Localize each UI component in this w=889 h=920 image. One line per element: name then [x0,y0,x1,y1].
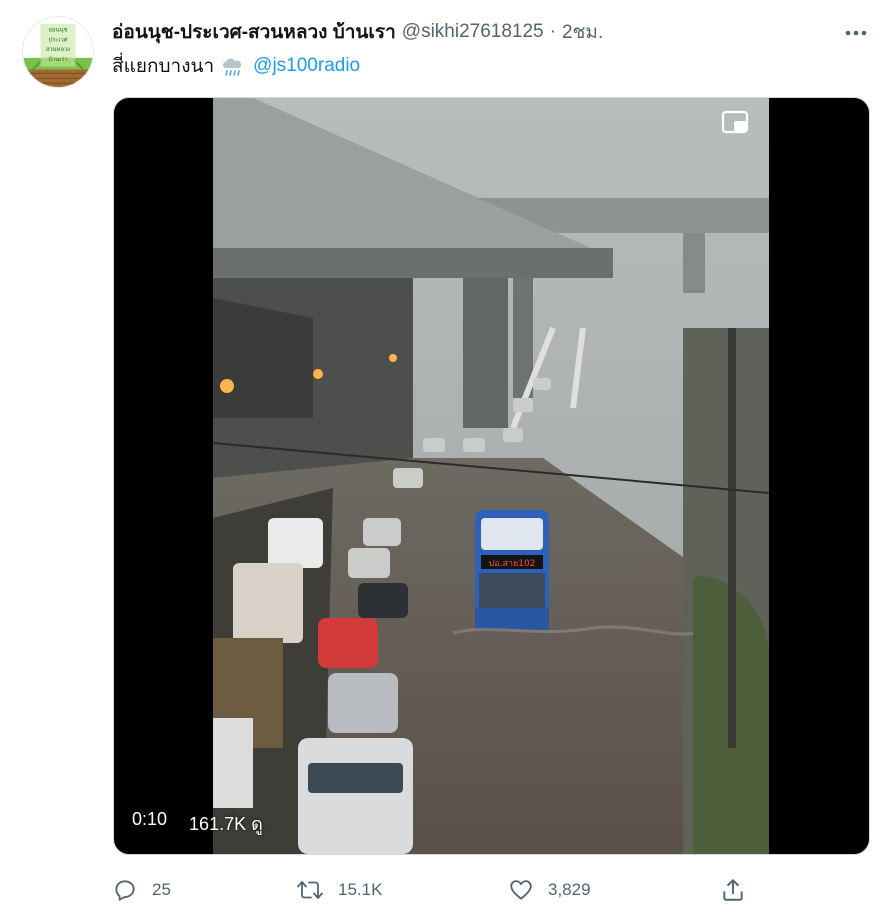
separator-dot: · [549,21,556,42]
avatar-line-2: ประเวศ [49,36,68,43]
mention-link[interactable]: @js100radio [253,55,360,77]
bus: ปอ.สาย102 [475,510,549,630]
avatar-line-3: สวนหลวง [46,46,70,53]
share-button[interactable] [720,874,746,906]
retweet-count: 15.1K [338,880,383,899]
rain-cloud-icon [220,55,246,77]
tweet-body: สี่แยกบางนา [112,56,215,77]
retweet-button[interactable]: 15.1K [296,874,382,906]
video-still: ปอ.สาย102 [213,98,769,854]
avatar-line-4: บ้านเรา [48,56,67,63]
tweet-time[interactable]: 2ชม. [562,17,603,47]
user-handle[interactable]: @sikhi27618125 [402,21,544,43]
video-frame[interactable]: ปอ.สาย102 [213,98,769,854]
tweet-text: สี่แยกบางนา @js100radio [112,52,360,80]
reply-icon [115,880,135,901]
display-name[interactable]: อ่อนนุช-ประเวศ-สวนหลวง บ้านเรา [112,17,396,47]
tweet-actions: 25 15.1K 3,829 [112,874,762,906]
avatar-image: อ่อนนุช ประเวศ สวนหลวง บ้านเรา [23,17,93,87]
avatar[interactable]: อ่อนนุช ประเวศ สวนหลวง บ้านเรา [22,16,94,88]
bus-sign: ปอ.สาย102 [489,559,536,569]
avatar-line-1: อ่อนนุช [49,27,68,34]
picture-in-picture-icon[interactable] [721,110,751,136]
video-player[interactable]: ปอ.สาย102 0:10 161.7K ดู [113,97,870,855]
reply-button[interactable]: 25 [112,874,171,906]
reply-count: 25 [152,880,171,899]
like-button[interactable]: 3,829 [508,874,591,906]
video-views: 161.7K ดู [189,814,263,834]
retweet-icon [297,881,323,899]
video-elapsed: 0:10 [132,809,168,829]
tweet-header: อ่อนนุช-ประเวศ-สวนหลวง บ้านเรา @sikhi276… [112,19,829,45]
share-icon [723,879,743,901]
like-count: 3,829 [548,880,591,899]
tweet: อ่อนนุช ประเวศ สวนหลวง บ้านเรา อ่อนนุช-ป… [0,0,889,920]
heart-icon [510,880,532,900]
video-meta: 0:10 161.7K ดู [132,809,263,838]
more-options-icon[interactable] [843,20,869,46]
